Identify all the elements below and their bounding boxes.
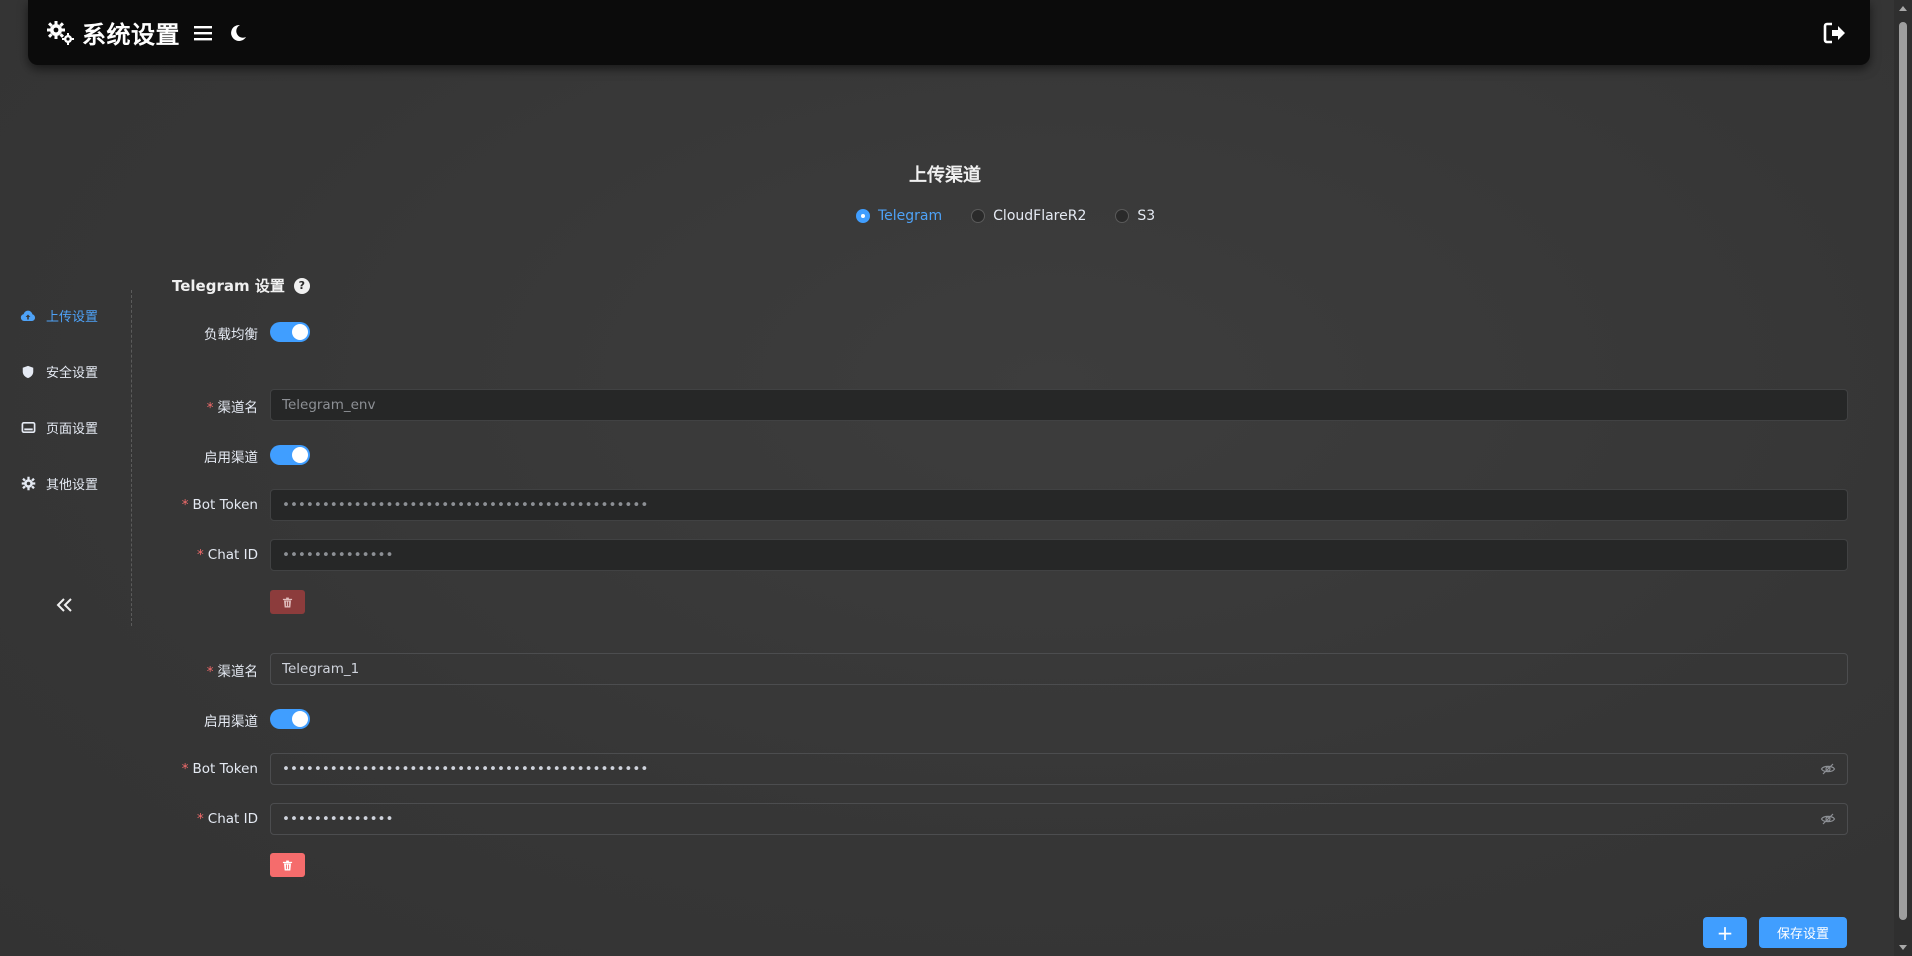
- chat-id-input[interactable]: ••••••••••••••: [270, 803, 1848, 835]
- sidebar-item-security[interactable]: 安全设置: [20, 362, 98, 381]
- input-value: Telegram_1: [282, 661, 1836, 677]
- required-mark: *: [207, 400, 214, 416]
- scrollbar-thumb[interactable]: [1899, 22, 1907, 920]
- radio-telegram[interactable]: Telegram: [856, 208, 942, 224]
- save-settings-button[interactable]: 保存设置: [1759, 917, 1847, 948]
- label-text: 渠道名: [218, 400, 259, 416]
- load-balance-switch[interactable]: [270, 322, 310, 342]
- settings-title-text: Telegram 设置: [172, 275, 285, 296]
- scroll-up-arrow-icon[interactable]: [1899, 6, 1907, 11]
- radio-cloudflare-r2[interactable]: CloudFlareR2: [971, 208, 1086, 224]
- radio-label: CloudFlareR2: [993, 208, 1086, 224]
- label-text: 渠道名: [218, 664, 259, 680]
- gear-icon: [20, 476, 36, 492]
- sidebar-item-label: 页面设置: [46, 418, 98, 437]
- enable-channel-label: 启用渠道: [0, 710, 258, 730]
- input-value: Telegram_env: [282, 397, 1836, 413]
- page-title: 系统设置: [82, 15, 180, 50]
- shield-icon: [20, 364, 36, 380]
- telegram-settings-title: Telegram 设置 ?: [172, 275, 310, 296]
- logout-icon[interactable]: [1822, 21, 1848, 45]
- enable-channel-switch[interactable]: [270, 709, 310, 729]
- top-header: 系统设置: [28, 0, 1870, 65]
- input-value: ••••••••••••••••••••••••••••••••••••••••…: [282, 761, 1812, 777]
- eye-hidden-icon[interactable]: [1820, 761, 1836, 777]
- label-text: Bot Token: [192, 761, 258, 777]
- radio-label: Telegram: [878, 208, 942, 224]
- scroll-down-arrow-icon[interactable]: [1899, 945, 1907, 950]
- input-value: ••••••••••••••••••••••••••••••••••••••••…: [282, 497, 1836, 513]
- label-text: Bot Token: [192, 497, 258, 513]
- section-title: 上传渠道: [0, 161, 1890, 187]
- delete-channel-button[interactable]: [270, 853, 305, 877]
- sidebar-item-label: 其他设置: [46, 474, 98, 493]
- bot-token-label: *Bot Token: [0, 497, 258, 513]
- sidebar-item-label: 安全设置: [46, 362, 98, 381]
- label-text: 负载均衡: [204, 327, 258, 343]
- label-text: 启用渠道: [204, 714, 258, 730]
- save-button-label: 保存设置: [1777, 923, 1829, 942]
- cloud-upload-icon: [20, 308, 36, 324]
- required-mark: *: [182, 497, 189, 513]
- delete-channel-button[interactable]: [270, 590, 305, 614]
- channel-name-label: *渠道名: [0, 660, 258, 680]
- trash-icon: [282, 597, 293, 608]
- menu-icon[interactable]: [192, 22, 214, 44]
- eye-hidden-icon[interactable]: [1820, 811, 1836, 827]
- channel-name-label: *渠道名: [0, 396, 258, 416]
- radio-dot: [971, 209, 985, 223]
- help-icon[interactable]: ?: [294, 278, 310, 294]
- label-text: Chat ID: [208, 547, 258, 563]
- add-channel-button[interactable]: +: [1703, 917, 1747, 948]
- plus-icon: +: [1717, 921, 1734, 945]
- required-mark: *: [197, 811, 204, 827]
- channel-radio-group: Telegram CloudFlareR2 S3: [856, 208, 1184, 224]
- channel-name-input[interactable]: Telegram_env: [270, 389, 1848, 421]
- chat-id-label: *Chat ID: [0, 547, 258, 563]
- input-value: ••••••••••••••: [282, 811, 1812, 827]
- radio-s3[interactable]: S3: [1115, 208, 1155, 224]
- chat-id-label: *Chat ID: [0, 811, 258, 827]
- trash-icon: [282, 860, 293, 871]
- bot-token-input[interactable]: ••••••••••••••••••••••••••••••••••••••••…: [270, 489, 1848, 521]
- load-balance-label: 负载均衡: [0, 323, 258, 343]
- label-text: Chat ID: [208, 811, 258, 827]
- header-title-wrap: 系统设置: [46, 15, 248, 50]
- sidebar-item-page[interactable]: 页面设置: [20, 418, 98, 437]
- gears-icon: [46, 19, 76, 47]
- double-chevron-left-icon[interactable]: [54, 594, 76, 616]
- label-text: 启用渠道: [204, 450, 258, 466]
- required-mark: *: [182, 761, 189, 777]
- radio-dot: [856, 209, 870, 223]
- required-mark: *: [197, 547, 204, 563]
- enable-channel-switch[interactable]: [270, 445, 310, 465]
- required-mark: *: [207, 664, 214, 680]
- input-value: ••••••••••••••: [282, 547, 1836, 563]
- radio-label: S3: [1137, 208, 1155, 224]
- window-icon: [20, 420, 36, 436]
- channel-name-input[interactable]: Telegram_1: [270, 653, 1848, 685]
- bot-token-input[interactable]: ••••••••••••••••••••••••••••••••••••••••…: [270, 753, 1848, 785]
- page-scrollbar[interactable]: [1894, 0, 1912, 956]
- moon-icon[interactable]: [228, 23, 248, 43]
- enable-channel-label: 启用渠道: [0, 446, 258, 466]
- chat-id-input[interactable]: ••••••••••••••: [270, 539, 1848, 571]
- radio-dot: [1115, 209, 1129, 223]
- sidebar-item-other[interactable]: 其他设置: [20, 474, 98, 493]
- bot-token-label: *Bot Token: [0, 761, 258, 777]
